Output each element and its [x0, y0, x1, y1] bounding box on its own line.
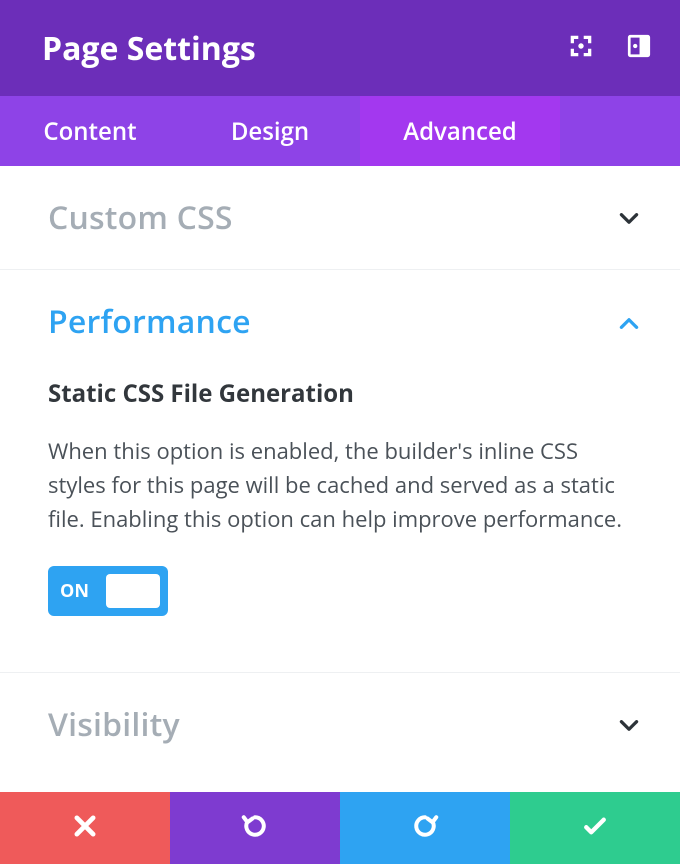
option-description-static-css: When this option is enabled, the builder… — [48, 434, 632, 536]
snap-right-icon[interactable] — [626, 33, 652, 64]
cancel-button[interactable] — [0, 792, 170, 864]
toggle-label: ON — [60, 579, 89, 603]
save-button[interactable] — [510, 792, 680, 864]
toggle-static-css[interactable]: ON — [48, 566, 168, 616]
header-actions — [568, 33, 652, 64]
close-icon — [71, 812, 99, 845]
tab-content[interactable]: Content — [0, 96, 180, 166]
redo-button[interactable] — [340, 792, 510, 864]
section-title-performance[interactable]: Performance — [48, 300, 632, 343]
section-title-custom-css: Custom CSS — [48, 196, 632, 239]
page-title: Page Settings — [42, 27, 256, 70]
section-custom-css[interactable]: Custom CSS — [0, 166, 680, 270]
toggle-knob — [106, 574, 160, 608]
focus-mode-icon[interactable] — [568, 33, 594, 64]
chevron-down-icon — [616, 713, 642, 744]
section-visibility[interactable]: Visibility — [0, 673, 680, 756]
section-title-visibility: Visibility — [48, 703, 632, 746]
undo-button[interactable] — [170, 792, 340, 864]
chevron-down-icon — [616, 206, 642, 237]
section-performance: Performance Static CSS File Generation W… — [0, 270, 680, 673]
modal-header: Page Settings — [0, 0, 680, 96]
check-icon — [580, 811, 610, 846]
option-title-static-css: Static CSS File Generation — [48, 377, 632, 410]
tab-advanced[interactable]: Advanced — [360, 96, 560, 166]
modal-footer — [0, 792, 680, 864]
tab-design[interactable]: Design — [180, 96, 360, 166]
tabs: Content Design Advanced — [0, 96, 680, 166]
undo-icon — [240, 811, 270, 846]
chevron-up-icon[interactable] — [616, 310, 642, 341]
redo-icon — [410, 811, 440, 846]
